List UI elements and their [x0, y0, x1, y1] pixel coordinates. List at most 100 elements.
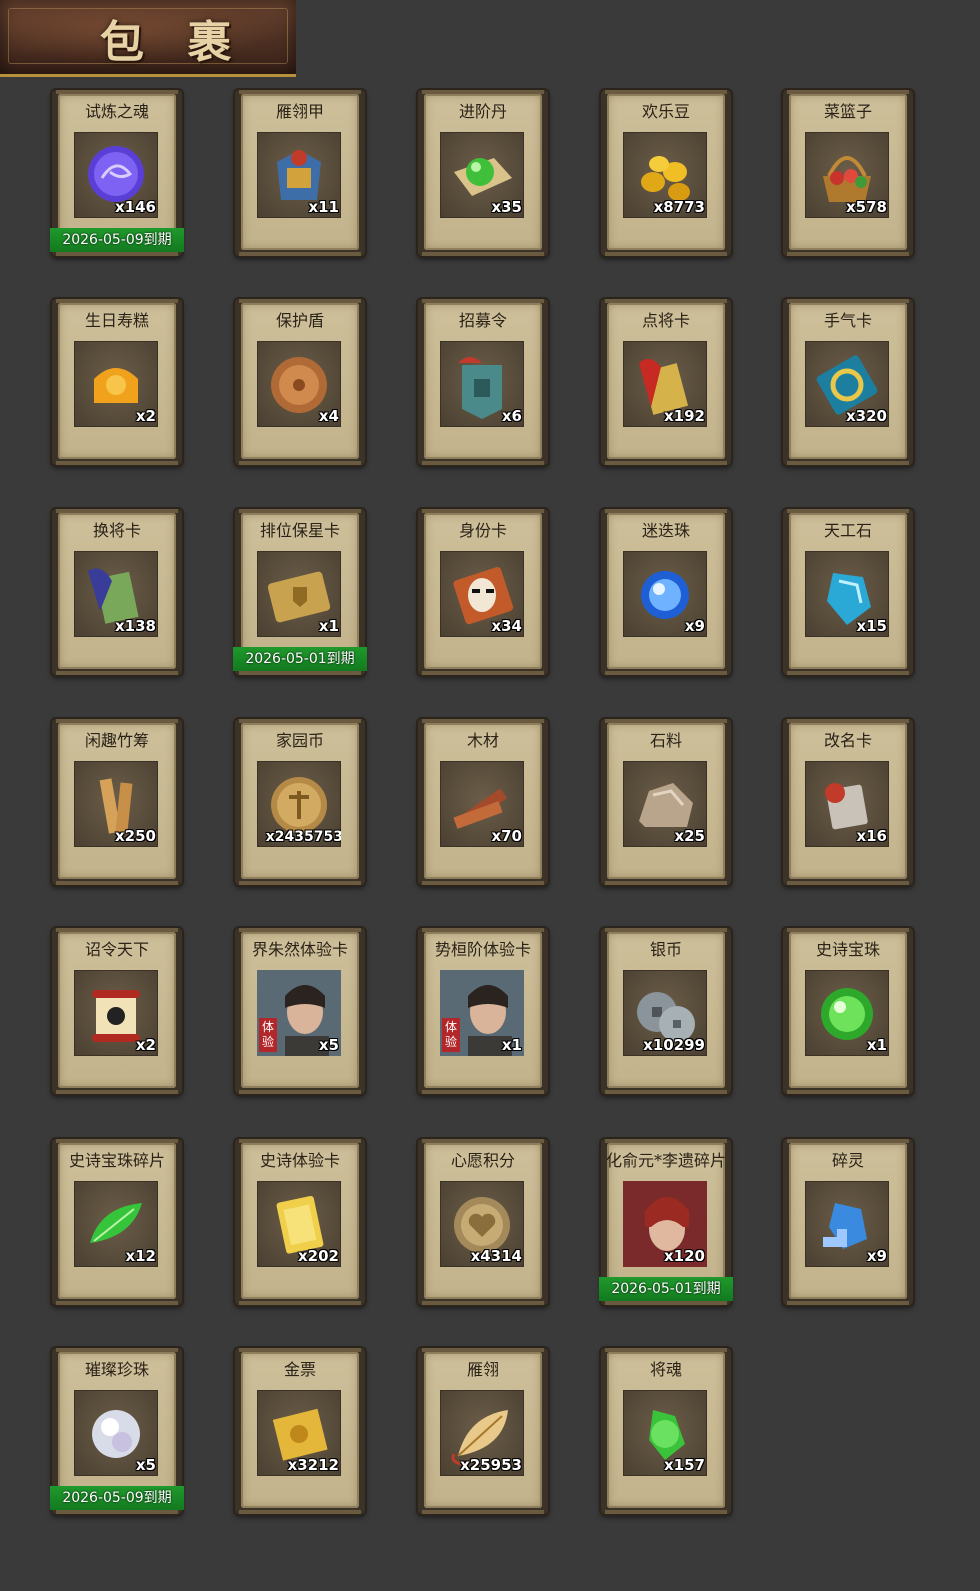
item-icon-slot: x2	[74, 970, 158, 1056]
item-count: x8773	[653, 198, 705, 216]
item-count: x202	[298, 1247, 339, 1265]
item-count: x2	[135, 407, 156, 425]
inventory-item-card[interactable]: 手气卡 x320	[783, 299, 913, 465]
item-name: 欢乐豆	[641, 102, 690, 121]
item-icon-slot: x9	[805, 1181, 889, 1267]
item-count: x6	[501, 407, 522, 425]
inventory-item-card[interactable]: 雁翎甲 x11	[235, 90, 365, 256]
inventory-item-card[interactable]: 璀璨珍珠 x5 2026-05-09到期	[50, 1348, 184, 1514]
inventory-item-card[interactable]: 招募令 x6	[418, 299, 548, 465]
item-name: 招募令	[458, 311, 507, 330]
item-count: x11	[308, 198, 339, 216]
item-name: 诏令天下	[84, 940, 149, 959]
item-count: x250	[115, 827, 156, 845]
item-icon-slot: x120	[623, 1181, 707, 1267]
item-icon-slot: x3212	[257, 1390, 341, 1476]
inventory-item-card[interactable]: 碎灵 x9	[783, 1139, 913, 1305]
item-count: x10299	[643, 1036, 705, 1054]
bag-title-banner: 包 裹	[0, 0, 296, 77]
inventory-item-card[interactable]: 天工石 x15	[783, 509, 913, 675]
item-count: x3212	[287, 1456, 339, 1474]
item-icon-slot: x34	[440, 551, 524, 637]
item-name: 界朱然体验卡	[251, 940, 348, 959]
inventory-item-card[interactable]: 换将卡 x138	[52, 509, 182, 675]
item-icon-slot: x12	[74, 1181, 158, 1267]
item-icon-slot: x250	[74, 761, 158, 847]
inventory-item-card[interactable]: 闲趣竹筹 x250	[52, 719, 182, 885]
item-count: x138	[115, 617, 156, 635]
item-count: x120	[664, 1247, 705, 1265]
item-name: 家园币	[275, 731, 324, 750]
inventory-item-card[interactable]: 将魂 x157	[601, 1348, 731, 1514]
item-icon-slot: x6	[440, 341, 524, 427]
item-name: 史诗宝珠碎片	[68, 1151, 165, 1170]
inventory-item-card[interactable]: 势桓阶体验卡 体验 x1	[418, 928, 548, 1094]
inventory-item-card[interactable]: 排位保星卡 x1 2026-05-01到期	[233, 509, 367, 675]
item-icon-slot: x202	[257, 1181, 341, 1267]
item-count: x70	[491, 827, 522, 845]
inventory-item-card[interactable]: 史诗宝珠碎片 x12	[52, 1139, 182, 1305]
item-name: 手气卡	[823, 311, 872, 330]
inventory-item-card[interactable]: 界朱然体验卡 体验 x5	[235, 928, 365, 1094]
inventory-item-card[interactable]: 心愿积分 x4314	[418, 1139, 548, 1305]
item-name: 迷迭珠	[641, 521, 690, 540]
inventory-item-card[interactable]: 欢乐豆 x8773	[601, 90, 731, 256]
item-name: 璀璨珍珠	[84, 1360, 149, 1379]
item-name: 进阶丹	[458, 102, 507, 121]
inventory-item-card[interactable]: 化俞元*李遗碎片 x120 2026-05-01到期	[599, 1139, 733, 1305]
page-title: 包 裹	[100, 17, 246, 68]
inventory-item-card[interactable]: 身份卡 x34	[418, 509, 548, 675]
inventory-item-card[interactable]: 雁翎 x25953	[418, 1348, 548, 1514]
inventory-item-card[interactable]: 保护盾 x4	[235, 299, 365, 465]
item-icon-slot: x70	[440, 761, 524, 847]
item-count: x9	[684, 617, 705, 635]
item-name: 史诗宝珠	[815, 940, 880, 959]
inventory-item-card[interactable]: 石料 x25	[601, 719, 731, 885]
item-name: 试炼之魂	[84, 102, 149, 121]
inventory-item-card[interactable]: 试炼之魂 x146 2026-05-09到期	[50, 90, 184, 256]
item-icon-slot: x2435753	[257, 761, 341, 847]
item-count: x2	[135, 1036, 156, 1054]
inventory-item-card[interactable]: 迷迭珠 x9	[601, 509, 731, 675]
item-icon-slot: x192	[623, 341, 707, 427]
item-name: 银币	[649, 940, 682, 959]
inventory-item-card[interactable]: 家园币 x2435753	[235, 719, 365, 885]
item-icon-slot: x320	[805, 341, 889, 427]
inventory-item-card[interactable]: 生日寿糕 x2	[52, 299, 182, 465]
inventory-item-card[interactable]: 诏令天下 x2	[52, 928, 182, 1094]
item-count: x192	[664, 407, 705, 425]
item-name: 化俞元*李遗碎片	[605, 1151, 726, 1170]
item-icon-slot: x8773	[623, 132, 707, 218]
inventory-item-card[interactable]: 史诗宝珠 x1	[783, 928, 913, 1094]
item-name: 排位保星卡	[259, 521, 340, 540]
item-count: x25	[674, 827, 705, 845]
item-name: 碎灵	[831, 1151, 864, 1170]
inventory-item-card[interactable]: 银币 x10299	[601, 928, 731, 1094]
inventory-item-card[interactable]: 史诗体验卡 x202	[235, 1139, 365, 1305]
item-name: 木材	[466, 731, 499, 750]
item-count: x15	[856, 617, 887, 635]
inventory-item-card[interactable]: 点将卡 x192	[601, 299, 731, 465]
item-icon-slot: x9	[623, 551, 707, 637]
item-name: 金票	[283, 1360, 316, 1379]
item-count: x1	[318, 617, 339, 635]
inventory-item-card[interactable]: 木材 x70	[418, 719, 548, 885]
item-icon-slot: x16	[805, 761, 889, 847]
inventory-item-card[interactable]: 进阶丹 x35	[418, 90, 548, 256]
expiry-banner: 2026-05-01到期	[233, 647, 367, 671]
item-icon-slot: 体验 x1	[440, 970, 524, 1056]
item-name: 换将卡	[92, 521, 141, 540]
item-count: x146	[115, 198, 156, 216]
expiry-banner: 2026-05-01到期	[599, 1277, 733, 1301]
item-icon-slot: x10299	[623, 970, 707, 1056]
item-icon-slot: x11	[257, 132, 341, 218]
item-icon-slot: x4314	[440, 1181, 524, 1267]
expiry-banner: 2026-05-09到期	[50, 228, 184, 252]
inventory-item-card[interactable]: 金票 x3212	[235, 1348, 365, 1514]
inventory-item-card[interactable]: 菜篮子 x578	[783, 90, 913, 256]
item-count: x4	[318, 407, 339, 425]
item-icon-slot: x138	[74, 551, 158, 637]
item-name: 保护盾	[275, 311, 324, 330]
item-icon-slot: x35	[440, 132, 524, 218]
inventory-item-card[interactable]: 改名卡 x16	[783, 719, 913, 885]
